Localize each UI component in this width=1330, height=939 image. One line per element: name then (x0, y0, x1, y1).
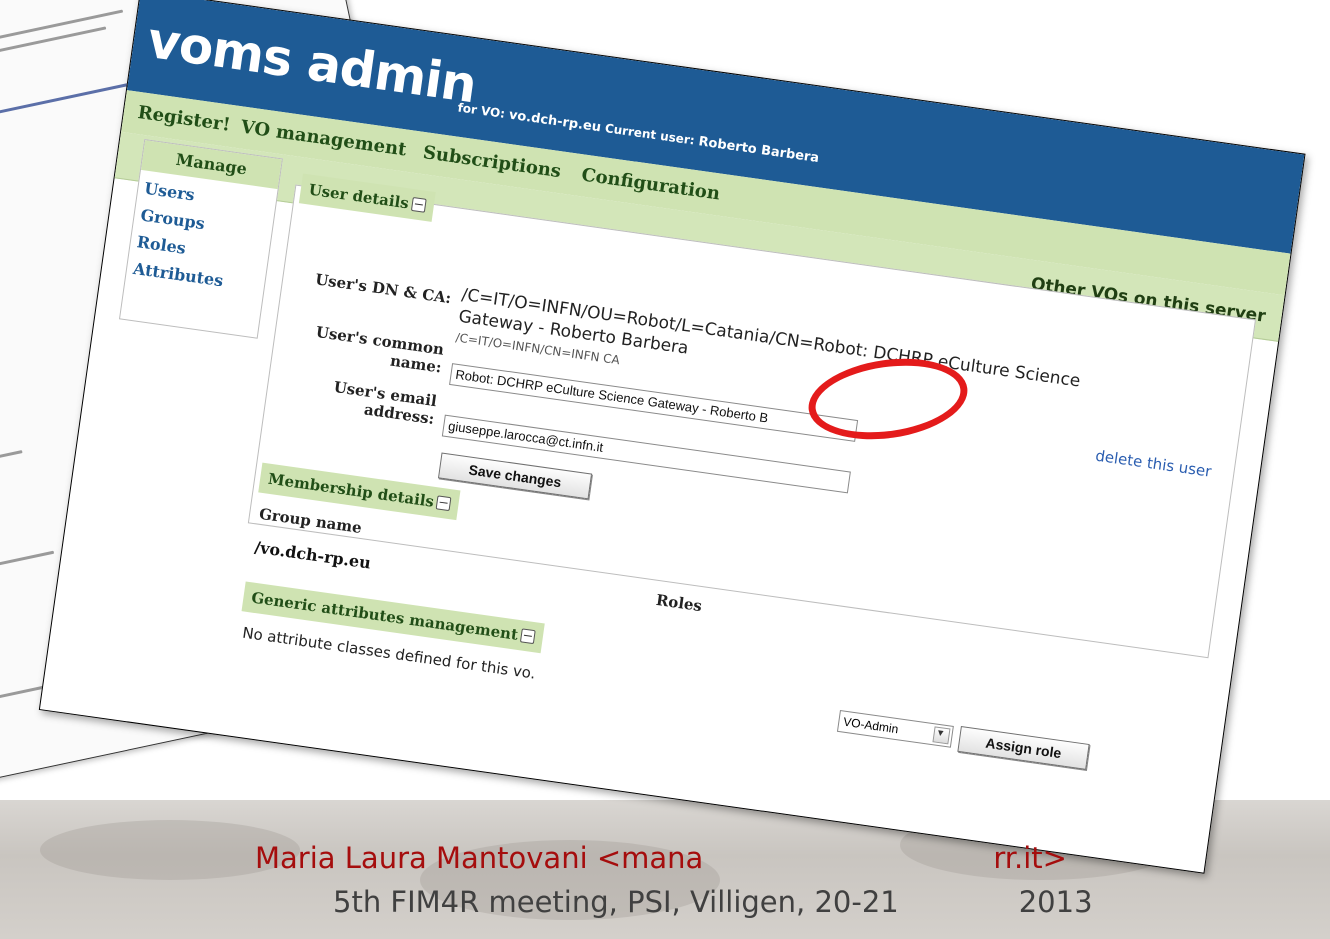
roles-header: Roles (654, 590, 704, 616)
collapse-icon[interactable] (519, 628, 536, 645)
presenter-line: Maria Laura Mantovani <mana rr.it> (255, 841, 1067, 875)
current-user: Roberto Barbera (697, 134, 820, 167)
manage-sidebar: Manage Users Groups Roles Attributes (118, 139, 283, 339)
meeting-line: 5th FIM4R meeting, PSI, Villigen, 20-21 2… (333, 885, 1093, 919)
group-cell: /vo.dch-rp.eu (253, 537, 373, 573)
collapse-icon[interactable] (435, 495, 452, 512)
voms-admin-screenshot: voms admin for VO: vo.dch-rp.eu Current … (38, 0, 1306, 874)
nav-register[interactable]: Register! (136, 102, 231, 136)
collapse-icon[interactable] (410, 196, 427, 213)
vo-name: vo.dch-rp.eu (507, 107, 602, 136)
